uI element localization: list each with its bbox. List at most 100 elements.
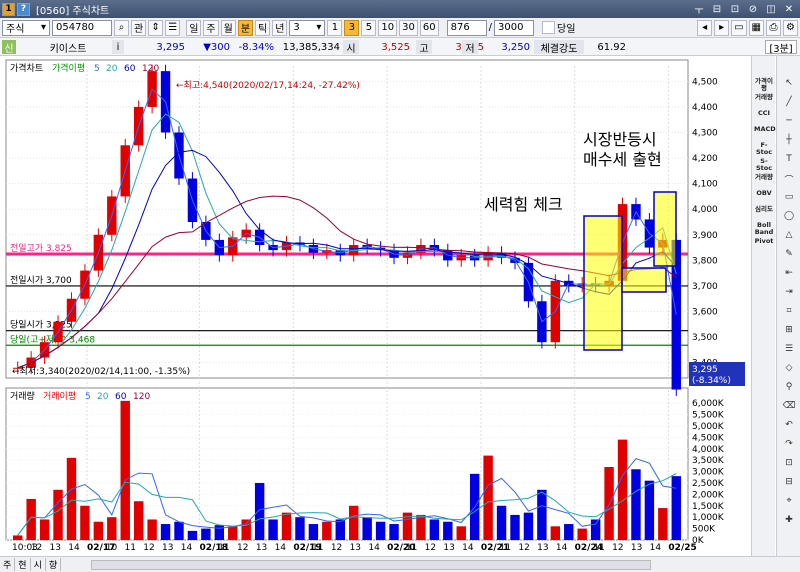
count-input[interactable]: 876 [446,19,487,36]
next-icon[interactable]: ▸ [714,19,730,36]
indicator-10[interactable]: Pivot [754,238,774,245]
x-tick-label: 11 [500,543,511,553]
draw-tool-icon[interactable]: ✎ [780,249,798,261]
interval-60-button[interactable]: 60 [419,19,439,36]
prev-icon[interactable]: ◂ [697,19,713,36]
count-value: 876 [450,22,470,33]
period-month-button[interactable]: 월 [220,19,236,36]
draw-tool-icon[interactable]: ⇥ [780,287,798,299]
draw-tool-icon[interactable]: ⌖ [780,496,798,508]
scrollbar[interactable] [91,559,652,570]
indicator-6[interactable]: 거래량 [754,174,774,181]
draw-tool-icon[interactable]: ⌒ [780,173,798,186]
indicator-3[interactable]: MACD [754,126,776,133]
interval-1-button[interactable]: 1 [327,19,343,36]
maximize-icon[interactable]: ⊡ [728,2,742,16]
pin-icon[interactable]: ㅜ [692,2,706,17]
x-tick-label: 14 [68,543,80,553]
interval-select[interactable]: 3 ▾ [289,19,326,36]
draw-tool-icon[interactable]: ⌗ [780,306,798,318]
help-icon[interactable]: ? [17,2,30,16]
interval-3-button[interactable]: 3 [344,19,360,36]
minimize-icon[interactable]: ◫ [764,2,778,16]
total-input[interactable]: 3000 [494,19,534,36]
draw-tool-icon[interactable]: ┼ [780,135,798,147]
volume-bar [133,501,144,540]
count-separator: / [488,22,492,33]
info-button[interactable]: i [112,40,124,54]
view-toggle-icon[interactable]: ▭ [731,19,747,36]
x-tick-label: 14 [181,543,193,553]
period-minute-button[interactable]: 분 [237,19,254,36]
dangil-checkbox[interactable] [542,21,555,34]
layout-icon[interactable]: ▦ [748,19,764,36]
indicator-9[interactable]: Boll Band [754,222,774,236]
print-icon[interactable]: ⎙ [766,19,781,36]
close-icon[interactable]: ✕ [782,2,796,16]
price-tick-label: 4,500 [692,77,718,87]
settings-icon[interactable]: ⊘ [746,2,760,16]
interval-30-button[interactable]: 30 [399,19,418,36]
gwan-button[interactable]: 관 [131,19,147,36]
reference-line-label: 전일고가 3,825 [10,243,72,254]
draw-tool-icon[interactable]: ⊞ [780,325,798,337]
x-tick-label: 11 [218,543,229,553]
volume-bar [604,467,614,540]
chart-area[interactable]: 4,500 4,400 4,300 4,200 4,100 4,000 3,900 3,800… [0,56,750,556]
volume-tick-label: 500K [692,525,716,535]
draw-tool-icon[interactable]: ⊟ [780,477,798,489]
tab-si[interactable]: 시 [31,558,46,571]
draw-tool-icon[interactable]: ▭ [780,192,798,204]
restore-icon[interactable]: ⊟ [710,2,724,16]
indicator-4[interactable]: F-Stoc [754,142,774,156]
high-label: 고 [416,40,432,55]
interval-5-button[interactable]: 5 [361,19,377,36]
draw-tool-icon[interactable]: ☰ [780,344,798,356]
indicator-0[interactable]: 가격이평 [754,78,774,92]
period-year-button[interactable]: 년 [272,19,288,36]
tab-hyeon[interactable]: 현 [15,558,31,571]
indicator-7[interactable]: OBV [754,190,774,197]
draw-tool-icon[interactable]: ↖ [780,78,798,90]
draw-tool-icon[interactable]: △ [780,230,798,242]
draw-tool-icon[interactable]: ◇ [780,363,798,375]
volume-bar [510,514,520,540]
tab-ju[interactable]: 주 [0,558,16,571]
draw-tool-icon[interactable]: ╱ [780,97,798,109]
interval-10-button[interactable]: 10 [378,19,398,36]
draw-tool-icon[interactable]: ─ [780,116,798,128]
period-day-button[interactable]: 일 [186,19,202,36]
chevron-down-icon: ▾ [40,22,46,33]
draw-tool-icon[interactable]: ↷ [780,439,798,451]
period-week-button[interactable]: 주 [203,19,219,36]
split-label: [3분] [765,40,797,55]
indicator-1[interactable]: 거래량 [754,94,774,101]
indicator-5[interactable]: S-Stoc [754,158,774,172]
x-tick-label: 02/25 [668,543,696,553]
spin-updown-icon[interactable]: ⇕ [148,19,164,36]
price-tick-label: 4,300 [692,128,718,138]
volume-bar [375,521,386,540]
search-icon[interactable]: ⌕ [114,19,129,36]
draw-tool-icon[interactable]: ⚲ [780,382,798,394]
stock-code-input[interactable]: 054780 [52,19,112,36]
period-tick-button[interactable]: 틱 [255,19,271,36]
draw-tool-icon[interactable]: ⌫ [780,401,798,413]
x-tick-label: 14 [368,543,380,553]
draw-tool-icon[interactable]: ✚ [780,515,798,527]
highlight-box [621,267,667,293]
draw-tool-icon[interactable]: ◯ [780,211,798,223]
list-icon[interactable]: ☰ [165,19,181,36]
market-select[interactable]: 주식 ▾ [2,19,50,36]
config-icon[interactable]: ⚙ [783,19,798,36]
x-tick-label: 11 [312,543,323,553]
indicator-2[interactable]: CCI [754,110,774,117]
draw-tool-icon[interactable]: ⊡ [780,458,798,470]
indicator-8[interactable]: 심리도 [754,206,774,213]
draw-tool-icon[interactable]: ↶ [780,420,798,432]
highlight-box [653,191,677,267]
tab-hyang[interactable]: 향 [46,558,62,571]
draw-tool-icon[interactable]: ⇤ [780,268,798,280]
draw-tool-icon[interactable]: T [780,154,798,166]
x-tick-label: 11 [125,543,136,553]
